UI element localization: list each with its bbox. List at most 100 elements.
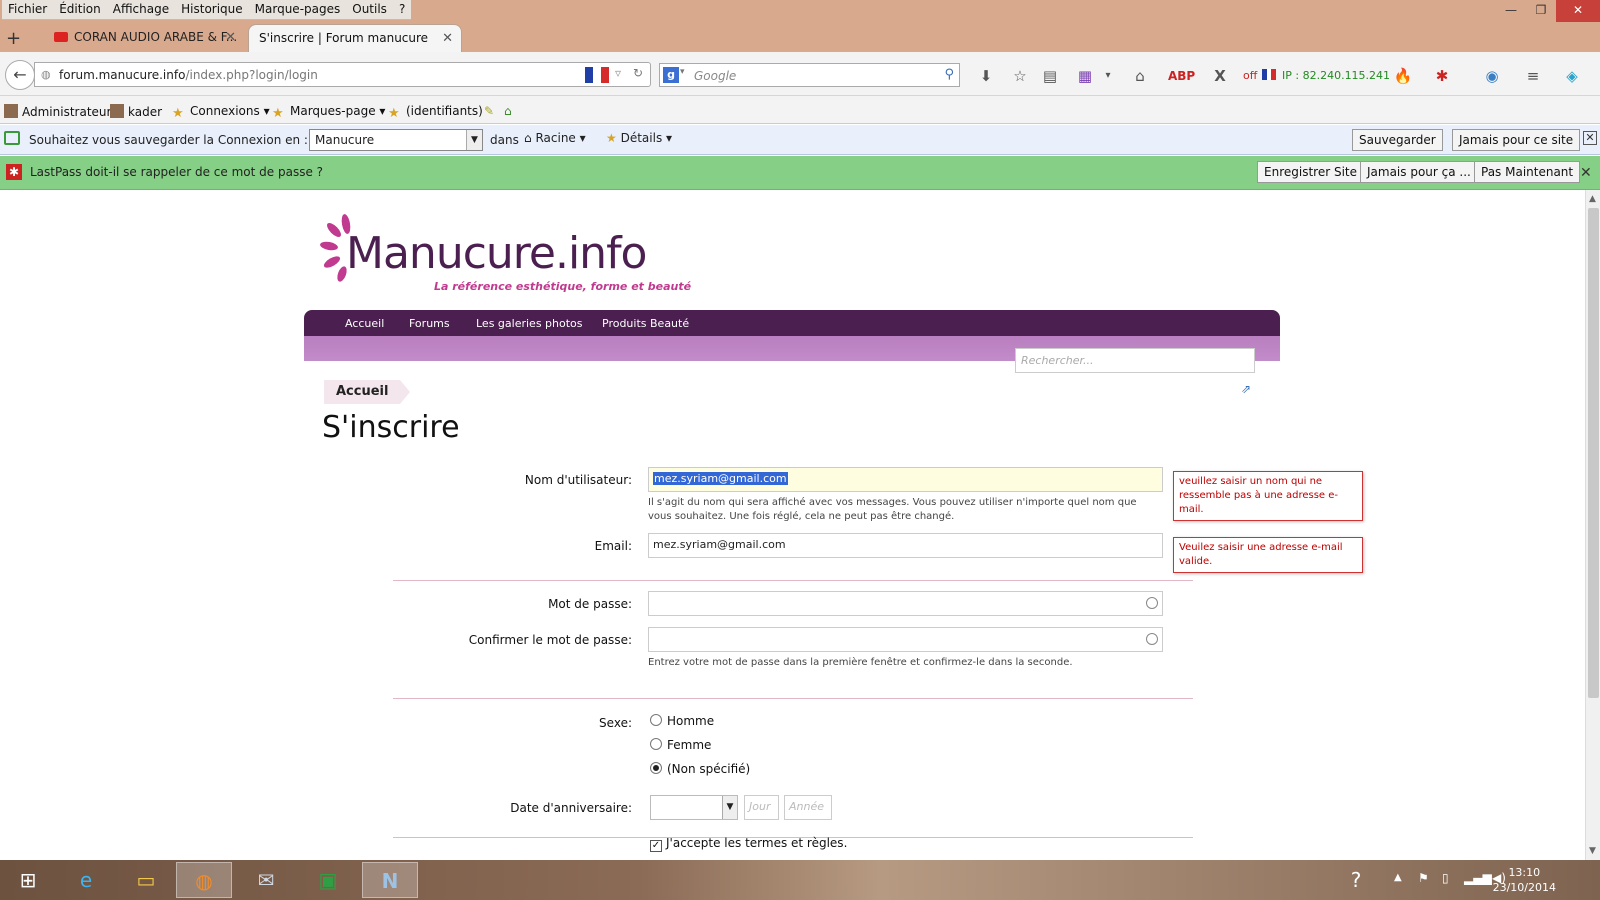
page-scrollbar[interactable]: ▲ ▼ <box>1585 190 1600 860</box>
birthday-month-select[interactable]: ▼ <box>650 795 738 820</box>
external-link-icon[interactable]: ⇗ <box>1241 382 1251 396</box>
terms-checkbox-row[interactable]: ✓ J'accepte les termes et règles. <box>650 836 847 852</box>
gender-option-homme[interactable]: Homme <box>650 714 714 728</box>
birthday-year-field[interactable]: Année <box>784 795 832 820</box>
username-field[interactable]: mez.syriam@gmail.com <box>648 467 1163 492</box>
bookmark-kader[interactable]: kader <box>110 104 162 119</box>
lastpass-icon[interactable]: ✱ <box>1432 66 1452 86</box>
x-icon[interactable]: X <box>1210 66 1230 86</box>
star-folder-icon: ★ <box>272 106 284 121</box>
search-icon[interactable]: ⚲ <box>944 67 954 82</box>
clock-time: 13:10 <box>1508 866 1541 879</box>
radio-button[interactable] <box>650 738 662 750</box>
star-folder-icon: ★ <box>172 106 184 121</box>
windows-start-icon[interactable]: ⊞ <box>0 862 56 898</box>
bookmark-administrateur[interactable]: Administrateur <box>4 104 111 119</box>
pencil-icon[interactable]: ✎ <box>484 104 494 118</box>
n-app-icon[interactable]: N <box>362 862 418 898</box>
gender-option-femme[interactable]: Femme <box>650 738 711 752</box>
clock[interactable]: 13:10 23/10/2014 <box>1493 865 1556 895</box>
tray-arrow-icon[interactable]: ▲ <box>1394 872 1402 883</box>
windows-taskbar: ⊞ e ▭ ◍ ✉ ▣ N ? ▲ ⚑ ▯ ▂▄▆ ◀) 13:10 23/10… <box>0 860 1600 900</box>
file-explorer-icon[interactable]: ▭ <box>118 862 174 898</box>
nav-galeries[interactable]: Les galeries photos <box>476 317 583 330</box>
firefox-icon[interactable]: ◍ <box>176 862 232 898</box>
sync-icon[interactable]: ◈ <box>1562 66 1582 86</box>
home-green-icon[interactable]: ⌂ <box>504 104 512 118</box>
folder-selector[interactable]: ⌂ Racine ▾ <box>524 131 586 145</box>
tab-coran[interactable]: CORAN AUDIO ARABE & F... ✕ <box>44 24 244 52</box>
nav-forums[interactable]: Forums <box>409 317 450 330</box>
menu-marque-pages[interactable]: Marque-pages <box>249 0 347 19</box>
network-icon[interactable]: ▂▄▆ <box>1464 871 1492 885</box>
radio-button-selected[interactable] <box>650 762 662 774</box>
scrollbar-thumb[interactable] <box>1588 208 1599 698</box>
close-icon[interactable]: ✕ <box>1583 131 1597 145</box>
details-toggle[interactable]: ★ Détails ▾ <box>606 131 672 145</box>
menu-fichier[interactable]: Fichier <box>2 0 53 19</box>
help-icon[interactable]: ? <box>1338 862 1374 898</box>
dropdown-arrow-icon[interactable]: ▿ <box>615 66 621 80</box>
email-field[interactable]: mez.syriam@gmail.com <box>648 533 1163 558</box>
breadcrumb[interactable]: Accueil <box>324 380 412 404</box>
gender-option-non-specifie[interactable]: (Non spécifié) <box>650 762 750 776</box>
terms-checkbox[interactable]: ✓ <box>650 840 662 852</box>
save-site-button[interactable]: Enregistrer Site <box>1257 161 1364 183</box>
france-flag-icon <box>585 67 609 83</box>
back-button[interactable]: ← <box>5 60 35 90</box>
confirm-password-field[interactable] <box>648 627 1163 652</box>
store-icon[interactable]: ▣ <box>300 862 356 898</box>
chevron-down-icon[interactable]: ▼ <box>722 796 737 819</box>
bookmark-identifiants[interactable]: ★ (identifiants) <box>388 104 483 121</box>
close-icon[interactable]: ✕ <box>1580 165 1592 181</box>
tab-close-icon[interactable]: ✕ <box>442 31 453 46</box>
bookmark-connexions[interactable]: ★ Connexions ▾ <box>172 104 270 121</box>
menu-help[interactable]: ? <box>393 0 411 19</box>
lastpass-field-icon[interactable] <box>1146 633 1158 645</box>
search-bar[interactable]: g ▾ Google ⚲ <box>659 63 960 87</box>
not-now-button[interactable]: Pas Maintenant <box>1474 161 1581 183</box>
bookmark-star-icon[interactable]: ☆ <box>1010 66 1030 86</box>
menu-historique[interactable]: Historique <box>175 0 249 19</box>
download-icon[interactable]: ⬇ <box>976 66 996 86</box>
url-bar[interactable]: ◍ forum.manucure.info/index.php?login/lo… <box>34 62 651 87</box>
adblock-icon[interactable]: ABP <box>1168 66 1195 86</box>
action-center-icon[interactable]: ⚑ <box>1418 871 1429 885</box>
bookmark-marques-page[interactable]: ★ Marques-page ▾ <box>272 104 385 121</box>
fire-icon[interactable]: 🔥 <box>1393 66 1413 86</box>
menu-hamburger-icon[interactable]: ≡ <box>1523 66 1543 86</box>
mail-app-icon[interactable]: ✉ <box>238 862 294 898</box>
close-window-button[interactable]: ✕ <box>1556 0 1600 22</box>
tab-close-icon[interactable]: ✕ <box>225 30 236 45</box>
never-for-site-button[interactable]: Jamais pour ce site <box>1452 129 1581 151</box>
menu-edition[interactable]: Édition <box>53 0 107 19</box>
menu-affichage[interactable]: Affichage <box>107 0 175 19</box>
birthday-day-field[interactable]: Jour <box>744 795 779 820</box>
menu-outils[interactable]: Outils <box>346 0 393 19</box>
reading-list-icon[interactable]: ▤ <box>1040 66 1060 86</box>
notification-icon[interactable]: ◉ <box>1482 66 1502 86</box>
site-search-input[interactable]: Rechercher... <box>1015 348 1255 373</box>
connection-name-select[interactable]: Manucure ▼ <box>309 129 483 151</box>
nav-produits[interactable]: Produits Beauté <box>602 317 689 330</box>
apps-grid-icon[interactable]: ▦ <box>1075 66 1095 86</box>
password-field[interactable] <box>648 591 1163 616</box>
save-button[interactable]: Sauvegarder <box>1352 129 1443 151</box>
nav-accueil[interactable]: Accueil <box>345 317 384 330</box>
internet-explorer-icon[interactable]: e <box>58 862 114 898</box>
never-for-this-button[interactable]: Jamais pour ça ... <box>1360 161 1478 183</box>
radio-button[interactable] <box>650 714 662 726</box>
restore-button[interactable]: ❐ <box>1526 0 1556 22</box>
tab-sinscrire[interactable]: S'inscrire | Forum manucure ✕ <box>248 24 462 52</box>
chevron-down-icon[interactable]: ▼ <box>466 130 482 150</box>
home-icon[interactable]: ⌂ <box>1130 66 1150 86</box>
scroll-down-icon[interactable]: ▼ <box>1589 846 1596 856</box>
lastpass-field-icon[interactable] <box>1146 597 1158 609</box>
new-tab-icon[interactable]: + <box>6 28 21 49</box>
battery-icon[interactable]: ▯ <box>1442 871 1449 885</box>
reload-icon[interactable]: ↻ <box>633 66 643 80</box>
chevron-down-icon[interactable]: ▾ <box>1098 66 1118 86</box>
scroll-up-icon[interactable]: ▲ <box>1589 194 1596 204</box>
minimize-button[interactable]: — <box>1496 0 1526 22</box>
chevron-down-icon[interactable]: ▾ <box>680 67 685 77</box>
